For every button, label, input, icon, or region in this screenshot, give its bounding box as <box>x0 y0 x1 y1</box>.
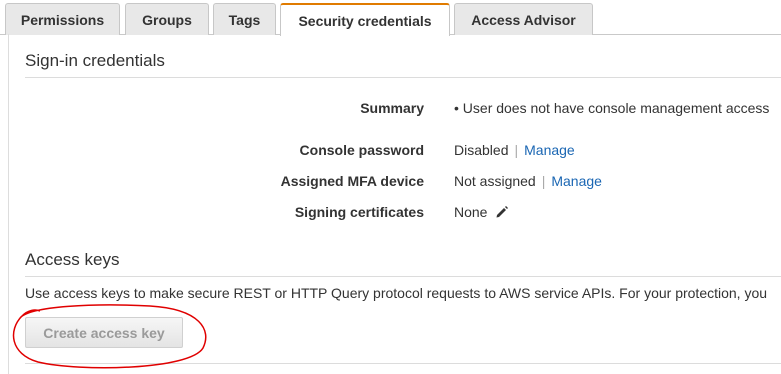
tab-bar: Permissions Groups Tags Security credent… <box>0 0 781 36</box>
signin-section-title: Sign-in credentials <box>25 51 165 70</box>
access-keys-section-title: Access keys <box>25 250 120 269</box>
tab-security-credentials[interactable]: Security credentials <box>280 3 450 36</box>
signing-certificates-status: None <box>454 204 488 220</box>
console-password-status: Disabled <box>454 142 509 158</box>
assigned-mfa-value: Not assigned | Manage <box>454 173 602 189</box>
separator: | <box>541 173 546 189</box>
bottom-divider <box>25 363 781 364</box>
console-password-manage-link[interactable]: Manage <box>524 142 575 158</box>
signing-certificates-value: None <box>454 204 509 222</box>
assigned-mfa-label: Assigned MFA device <box>280 173 424 189</box>
tab-groups[interactable]: Groups <box>125 3 209 35</box>
create-access-key-button[interactable]: Create access key <box>25 317 183 348</box>
access-keys-description: Use access keys to make secure REST or H… <box>25 285 768 301</box>
summary-label: Summary <box>360 100 424 116</box>
pencil-icon[interactable] <box>495 205 509 222</box>
separator: | <box>514 142 519 158</box>
signin-divider <box>25 77 781 78</box>
assigned-mfa-status: Not assigned <box>454 173 536 189</box>
tab-permissions[interactable]: Permissions <box>5 3 120 35</box>
console-password-value: Disabled | Manage <box>454 142 575 158</box>
signing-certificates-label: Signing certificates <box>294 204 424 220</box>
access-keys-divider <box>25 276 781 277</box>
tab-access-advisor[interactable]: Access Advisor <box>454 3 593 35</box>
tab-tags[interactable]: Tags <box>213 3 276 35</box>
console-password-label: Console password <box>299 142 424 158</box>
assigned-mfa-manage-link[interactable]: Manage <box>551 173 602 189</box>
summary-value: • User does not have console management … <box>454 100 770 116</box>
